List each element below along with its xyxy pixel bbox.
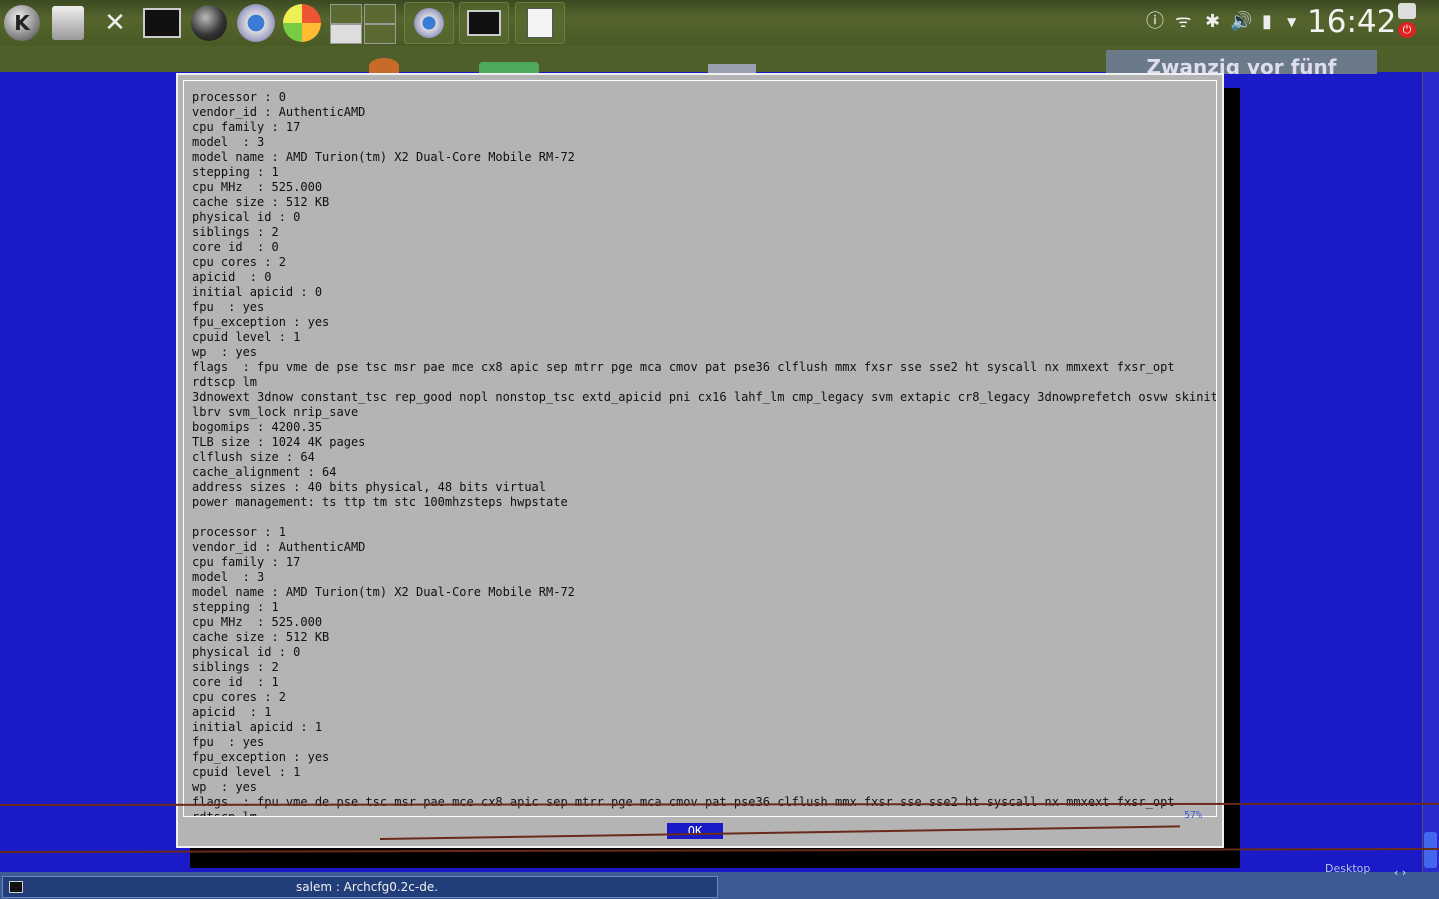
- task-editor[interactable]: [515, 2, 565, 44]
- desktop-scrollbar[interactable]: [1422, 72, 1439, 872]
- chromium-icon: [414, 8, 444, 38]
- file-manager-icon: [52, 6, 84, 40]
- file-manager-launcher[interactable]: [48, 3, 88, 43]
- desktop-pager[interactable]: [330, 2, 396, 44]
- clock[interactable]: 16:42: [1307, 2, 1396, 42]
- lock-logout-widget[interactable]: ⏻: [1396, 3, 1418, 41]
- chromium-launcher[interactable]: [236, 3, 276, 43]
- task-terminal[interactable]: [459, 2, 509, 44]
- volume-icon[interactable]: 🔊: [1230, 10, 1252, 34]
- cpuinfo-text: processor : 0 vendor_id : AuthenticAMD c…: [192, 90, 1217, 817]
- tray-expand-icon[interactable]: ▼: [1287, 10, 1296, 34]
- web-browser-icon: [283, 4, 321, 42]
- battery-icon[interactable]: ▮: [1262, 10, 1272, 34]
- desktop-label: Desktop: [1325, 862, 1371, 875]
- cpuinfo-dialog: processor : 0 vendor_id : AuthenticAMD c…: [176, 73, 1224, 848]
- scroll-percent: 57%: [1184, 810, 1203, 821]
- cpuinfo-textbox[interactable]: processor : 0 vendor_id : AuthenticAMD c…: [183, 80, 1217, 817]
- console-background: [1240, 88, 1422, 868]
- terminal-icon: [9, 881, 23, 893]
- chromium-icon: [237, 4, 275, 42]
- ok-button[interactable]: OK: [667, 823, 723, 839]
- top-panel: K ✕ ⓘ ᯤ ✱ 🔊 ▮ ▼ 16:42 ⏻: [0, 0, 1439, 46]
- web-browser-launcher[interactable]: [282, 3, 322, 43]
- task-chromium[interactable]: [404, 2, 454, 44]
- pager-desktop-2[interactable]: [364, 4, 396, 24]
- taskbar-entry-terminal[interactable]: salem : Archcfg0.2c-de.: [2, 876, 718, 898]
- system-settings-icon: ✕: [104, 8, 126, 38]
- terminal-icon: [143, 8, 181, 38]
- kde-menu-button[interactable]: K: [2, 3, 42, 43]
- amarok-icon: [191, 5, 227, 41]
- system-settings-launcher[interactable]: ✕: [95, 3, 135, 43]
- world-clock-widget: Zwanzig vor fünf: [1106, 50, 1377, 74]
- power-icon[interactable]: ⏻: [1398, 22, 1416, 38]
- kde-menu-icon: K: [4, 5, 40, 41]
- text-editor-icon: [527, 8, 553, 38]
- desktop-nav-arrows[interactable]: ‹ ›: [1394, 866, 1406, 879]
- desktop-icon-orange: [369, 58, 399, 74]
- terminal-icon: [467, 10, 501, 36]
- wifi-icon[interactable]: ᯤ: [1175, 10, 1191, 34]
- pager-desktop-1[interactable]: [330, 4, 362, 24]
- pager-desktop-3[interactable]: [330, 24, 362, 44]
- pager-desktop-4[interactable]: [364, 24, 396, 44]
- info-icon[interactable]: ⓘ: [1146, 10, 1164, 34]
- lock-icon[interactable]: [1398, 3, 1416, 19]
- bluetooth-icon[interactable]: ✱: [1205, 10, 1220, 34]
- amarok-launcher[interactable]: [189, 3, 229, 43]
- terminal-launcher[interactable]: [142, 3, 182, 43]
- taskbar-entry-label: salem : Archcfg0.2c-de.: [296, 880, 439, 894]
